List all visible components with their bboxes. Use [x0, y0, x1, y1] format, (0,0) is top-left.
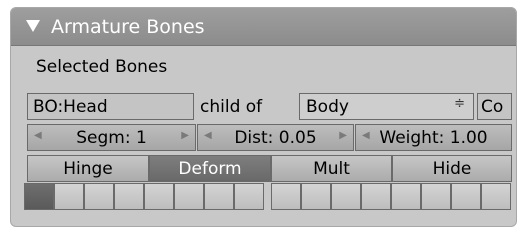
dist-field[interactable]: ◀ Dist: 0.05 ▶ — [197, 124, 354, 151]
bone-name-field[interactable]: BO:Head — [27, 93, 194, 120]
layer-button[interactable] — [271, 183, 301, 210]
layer-button[interactable] — [234, 183, 264, 210]
child-of-label: child of — [197, 93, 295, 120]
child-of-text: child of — [200, 96, 263, 117]
parent-bone-menu[interactable]: Body ≑ — [299, 93, 474, 120]
layer-button[interactable] — [174, 183, 204, 210]
layer-button[interactable] — [84, 183, 114, 210]
panel-header[interactable]: Armature Bones — [11, 8, 516, 46]
segments-field[interactable]: ◀ Segm: 1 ▶ — [27, 124, 196, 151]
layer-button[interactable] — [24, 183, 54, 210]
layer-button[interactable] — [331, 183, 361, 210]
dist-value: Dist: 0.05 — [234, 127, 317, 148]
increment-arrow-icon[interactable]: ▶ — [339, 130, 347, 141]
layer-button[interactable] — [144, 183, 174, 210]
connect-label: Co — [481, 96, 504, 117]
parent-bone-value: Body — [306, 96, 349, 117]
deform-label: Deform — [178, 158, 242, 179]
layer-button[interactable] — [481, 183, 511, 210]
connect-button[interactable]: Co — [477, 93, 512, 120]
hinge-label: Hinge — [63, 158, 113, 179]
hinge-toggle[interactable]: Hinge — [27, 155, 149, 182]
deform-toggle[interactable]: Deform — [149, 155, 271, 182]
panel-title: Armature Bones — [51, 16, 205, 38]
layer-button[interactable] — [204, 183, 234, 210]
decrement-arrow-icon[interactable]: ◀ — [34, 130, 42, 141]
layer-button[interactable] — [451, 183, 481, 210]
layer-button[interactable] — [54, 183, 84, 210]
collapse-triangle-icon[interactable] — [26, 20, 40, 32]
decrement-arrow-icon[interactable]: ◀ — [204, 130, 212, 141]
weight-value: Weight: 1.00 — [379, 127, 488, 148]
segments-value: Segm: 1 — [76, 127, 147, 148]
hide-toggle[interactable]: Hide — [392, 155, 512, 182]
increment-arrow-icon[interactable]: ▶ — [181, 130, 189, 141]
decrement-arrow-icon[interactable]: ◀ — [362, 130, 370, 141]
bone-name-value: BO:Head — [33, 96, 108, 117]
layer-button[interactable] — [361, 183, 391, 210]
weight-field[interactable]: ◀ Weight: 1.00 — [355, 124, 512, 151]
layer-button[interactable] — [114, 183, 144, 210]
mult-label: Mult — [313, 158, 350, 179]
hide-label: Hide — [432, 158, 472, 179]
layer-button[interactable] — [391, 183, 421, 210]
layer-button[interactable] — [301, 183, 331, 210]
layer-button[interactable] — [421, 183, 451, 210]
selected-bones-label: Selected Bones — [36, 57, 168, 77]
mult-toggle[interactable]: Mult — [271, 155, 392, 182]
updown-arrows-icon: ≑ — [454, 96, 465, 111]
